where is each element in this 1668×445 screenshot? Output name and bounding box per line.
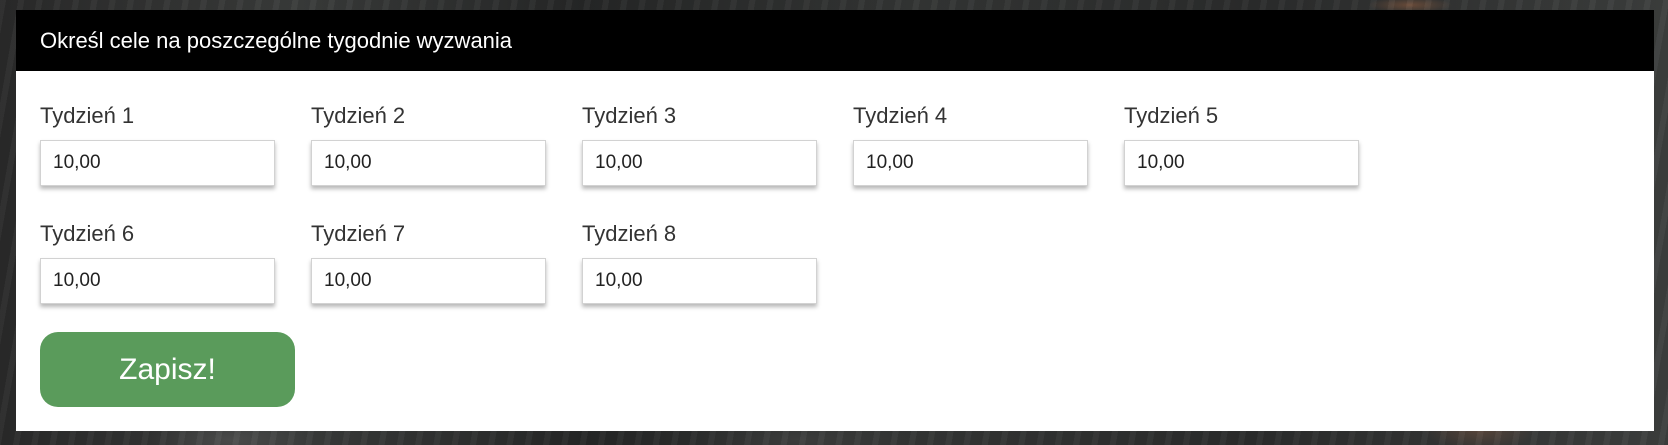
week-8-field: Tydzień 8 [582,220,817,304]
week-3-label: Tydzień 3 [582,103,677,128]
week-4-label: Tydzień 4 [853,103,948,128]
panel-title: Określ cele na poszczególne tygodnie wyz… [16,10,1654,71]
week-5-field: Tydzień 5 [1124,102,1359,186]
week-4-field: Tydzień 4 [853,102,1088,186]
week-2-field: Tydzień 2 [311,102,546,186]
week-8-label: Tydzień 8 [582,221,677,246]
week-6-field: Tydzień 6 [40,220,275,304]
weekly-goals-panel: Określ cele na poszczególne tygodnie wyz… [16,10,1654,431]
week-6-input[interactable] [40,258,275,304]
week-3-input[interactable] [582,140,817,186]
week-2-label: Tydzień 2 [311,103,406,128]
week-1-field: Tydzień 1 [40,102,275,186]
save-button[interactable]: Zapisz! [40,332,295,407]
week-4-input[interactable] [853,140,1088,186]
week-1-input[interactable] [40,140,275,186]
week-5-input[interactable] [1124,140,1359,186]
week-3-field: Tydzień 3 [582,102,817,186]
week-8-input[interactable] [582,258,817,304]
week-2-input[interactable] [311,140,546,186]
week-1-label: Tydzień 1 [40,103,135,128]
week-7-field: Tydzień 7 [311,220,546,304]
week-7-label: Tydzień 7 [311,221,406,246]
week-7-input[interactable] [311,258,546,304]
week-6-label: Tydzień 6 [40,221,135,246]
week-5-label: Tydzień 5 [1124,103,1219,128]
